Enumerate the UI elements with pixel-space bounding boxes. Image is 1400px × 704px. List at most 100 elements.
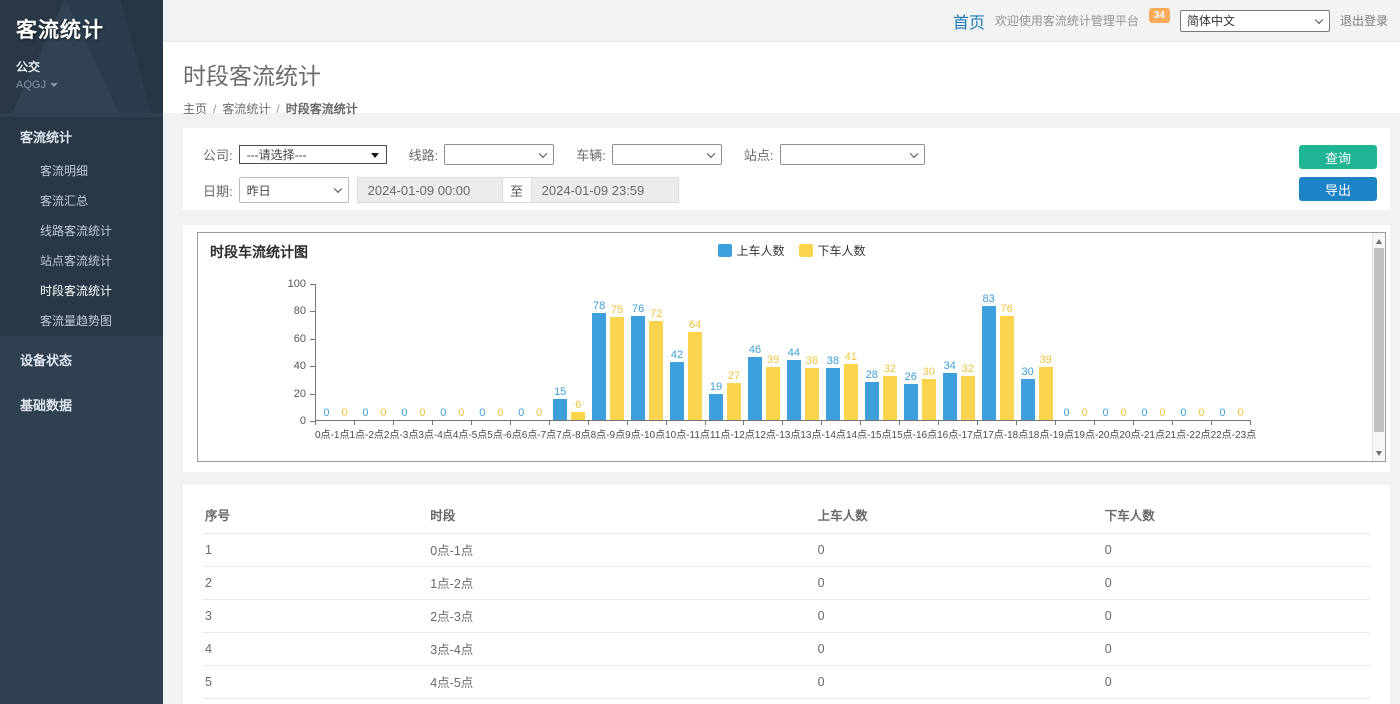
table-cell: 0 <box>816 600 1103 633</box>
x-axis-label: 19点-20点 <box>1074 426 1120 441</box>
bar-value: 0 <box>1180 407 1186 419</box>
sidebar-item-section[interactable]: 基础数据 <box>0 383 163 426</box>
bar-group: 00 <box>316 284 355 420</box>
bar-up: 42 <box>670 362 684 420</box>
line-select[interactable] <box>444 144 554 165</box>
axis-tick <box>939 421 978 425</box>
axis-tick <box>1173 421 1212 425</box>
table-cell: 0 <box>1103 699 1370 704</box>
bar-value: 34 <box>944 360 956 372</box>
x-axis-label: 0点-1点 <box>315 426 349 441</box>
bar-group: 00 <box>1056 284 1095 420</box>
bar-down: 41 <box>844 364 858 420</box>
sidebar-item-link[interactable]: 站点客流统计 <box>0 246 163 276</box>
x-axis-ticks <box>315 421 1251 425</box>
sidebar-item-section[interactable]: 客流统计 <box>0 117 163 156</box>
sidebar-item-link[interactable]: 时段客流统计 <box>0 276 163 306</box>
legend-item-up: 上车人数 <box>717 242 784 259</box>
sidebar-item-link[interactable]: 客流汇总 <box>0 186 163 216</box>
bar-value: 39 <box>767 354 779 366</box>
main-area: 首页 欢迎使用客流统计管理平台 34 简体中文 退出登录 时段客流统计 主页/客… <box>163 0 1400 704</box>
bar-up: 78 <box>592 313 606 420</box>
station-label: 站点: <box>744 145 774 164</box>
bar-down: 64 <box>688 332 702 420</box>
bar-value: 0 <box>1141 407 1147 419</box>
sidebar-item-link[interactable]: 客流量趋势图 <box>0 306 163 336</box>
page-heading: 时段客流统计 主页/客流统计/时段客流统计 <box>163 42 1400 113</box>
x-axis-label: 8点-9点 <box>591 426 625 441</box>
axis-tick <box>511 421 550 425</box>
language-select[interactable]: 简体中文 <box>1180 10 1330 32</box>
x-axis-label: 10点-11点 <box>665 426 710 441</box>
sidebar-nav: 客流统计客流明细客流汇总线路客流统计站点客流统计时段客流统计客流量趋势图设备状态… <box>0 117 163 426</box>
table-cell: 0 <box>1103 534 1370 567</box>
chart-scrollbar[interactable] <box>1372 233 1385 461</box>
company-label: 公司: <box>203 145 233 164</box>
scroll-up-arrow[interactable] <box>1373 234 1385 248</box>
bar-value: 6 <box>575 399 581 411</box>
bar-value: 0 <box>401 407 407 419</box>
bar-value: 0 <box>440 407 446 419</box>
user-dropdown[interactable]: AQGJ <box>16 79 147 91</box>
bar-up: 19 <box>709 394 723 420</box>
sidebar-item-link[interactable]: 线路客流统计 <box>0 216 163 246</box>
axis-tick <box>550 421 589 425</box>
axis-tick <box>1134 421 1173 425</box>
table-row: 32点-3点00 <box>203 600 1370 633</box>
axis-tick <box>1095 421 1134 425</box>
scroll-thumb[interactable] <box>1374 248 1384 432</box>
sidebar: 客流统计 公交 AQGJ 客流统计客流明细客流汇总线路客流统计站点客流统计时段客… <box>0 0 163 704</box>
table-cell: 4点-5点 <box>428 666 815 699</box>
axis-tick <box>861 421 900 425</box>
legend-swatch-down <box>799 244 813 257</box>
filter-row-1: 公司: ---请选择--- 线路: 车辆: <box>203 144 1370 165</box>
table-cell: 0 <box>1103 567 1370 600</box>
bar-value: 0 <box>1064 407 1070 419</box>
bar-group: 3432 <box>939 284 978 420</box>
chart-panel: 时段车流统计图 上车人数 下车人数 0000000000001567875767… <box>183 225 1390 472</box>
bar-group: 4438 <box>783 284 822 420</box>
sidebar-item-link[interactable]: 客流明细 <box>0 156 163 186</box>
bar-group: 00 <box>433 284 472 420</box>
axis-tick <box>1212 421 1251 425</box>
date-start-input[interactable]: 2024-01-09 00:00 <box>357 177 503 203</box>
vehicle-select[interactable] <box>612 144 722 165</box>
table-cell: 0 <box>816 534 1103 567</box>
bar-group: 2630 <box>900 284 939 420</box>
scroll-down-arrow[interactable] <box>1373 446 1385 460</box>
bar-value: 0 <box>1237 407 1243 419</box>
chart-title: 时段车流统计图 <box>210 242 308 262</box>
company-select[interactable]: ---请选择--- <box>239 145 387 164</box>
axis-tick <box>310 366 315 367</box>
axis-tick <box>310 421 315 422</box>
bar-value: 39 <box>1040 354 1052 366</box>
home-link[interactable]: 首页 <box>953 9 985 33</box>
bar-value: 0 <box>479 407 485 419</box>
export-button[interactable]: 导出 <box>1299 177 1377 201</box>
bar-up: 28 <box>865 382 879 420</box>
axis-tick <box>589 421 628 425</box>
chevron-down-icon <box>1315 15 1323 23</box>
axis-tick <box>310 394 315 395</box>
axis-tick <box>900 421 939 425</box>
bar-value: 0 <box>1159 407 1165 419</box>
date-preset-select[interactable]: 昨日 <box>239 177 349 203</box>
bar-value: 0 <box>419 407 425 419</box>
bar-value: 75 <box>611 304 623 316</box>
logout-link[interactable]: 退出登录 <box>1340 12 1388 29</box>
bar-value: 0 <box>458 407 464 419</box>
bar-value: 38 <box>827 355 839 367</box>
notification-badge[interactable]: 34 <box>1149 8 1170 23</box>
axis-tick <box>1017 421 1056 425</box>
y-axis-label: 0 <box>270 415 306 427</box>
date-end-input[interactable]: 2024-01-09 23:59 <box>531 177 679 203</box>
bar-group: 1927 <box>706 284 745 420</box>
line-label: 线路: <box>409 145 439 164</box>
sidebar-item-section[interactable]: 设备状态 <box>0 338 163 381</box>
chevron-down-icon <box>333 185 341 193</box>
company-filter: 公司: ---请选择--- <box>203 145 387 164</box>
station-select[interactable] <box>780 144 925 165</box>
table-body: 10点-1点0021点-2点0032点-3点0043点-4点0054点-5点00… <box>203 534 1370 704</box>
x-axis-label: 7点-8点 <box>556 426 590 441</box>
query-button[interactable]: 查询 <box>1299 145 1377 169</box>
